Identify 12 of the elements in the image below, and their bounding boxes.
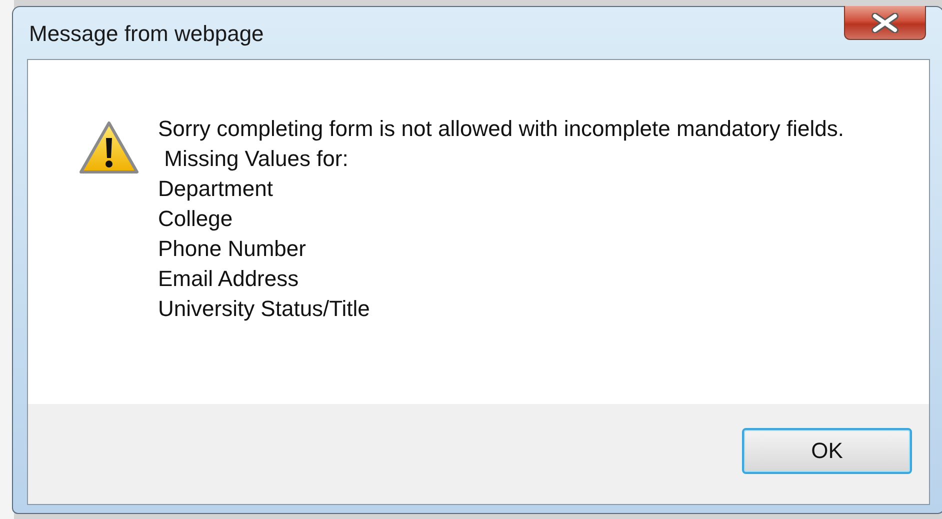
message-text: University Status/Title <box>158 295 371 323</box>
close-button[interactable] <box>844 6 926 40</box>
close-icon <box>870 12 900 32</box>
warning-icon <box>78 120 140 176</box>
message-text: Department <box>158 175 274 203</box>
ok-button[interactable]: OK <box>742 428 912 474</box>
message-text: College <box>158 205 234 233</box>
window-title: Message from webpage <box>28 21 264 47</box>
message-text: Email Address <box>158 265 300 293</box>
message-text: Phone Number <box>158 235 307 263</box>
message-text: Sorry completing form is not allowed with incomplete mandatory fields. <box>158 115 845 143</box>
message-text: Missing Values for: <box>163 145 350 173</box>
